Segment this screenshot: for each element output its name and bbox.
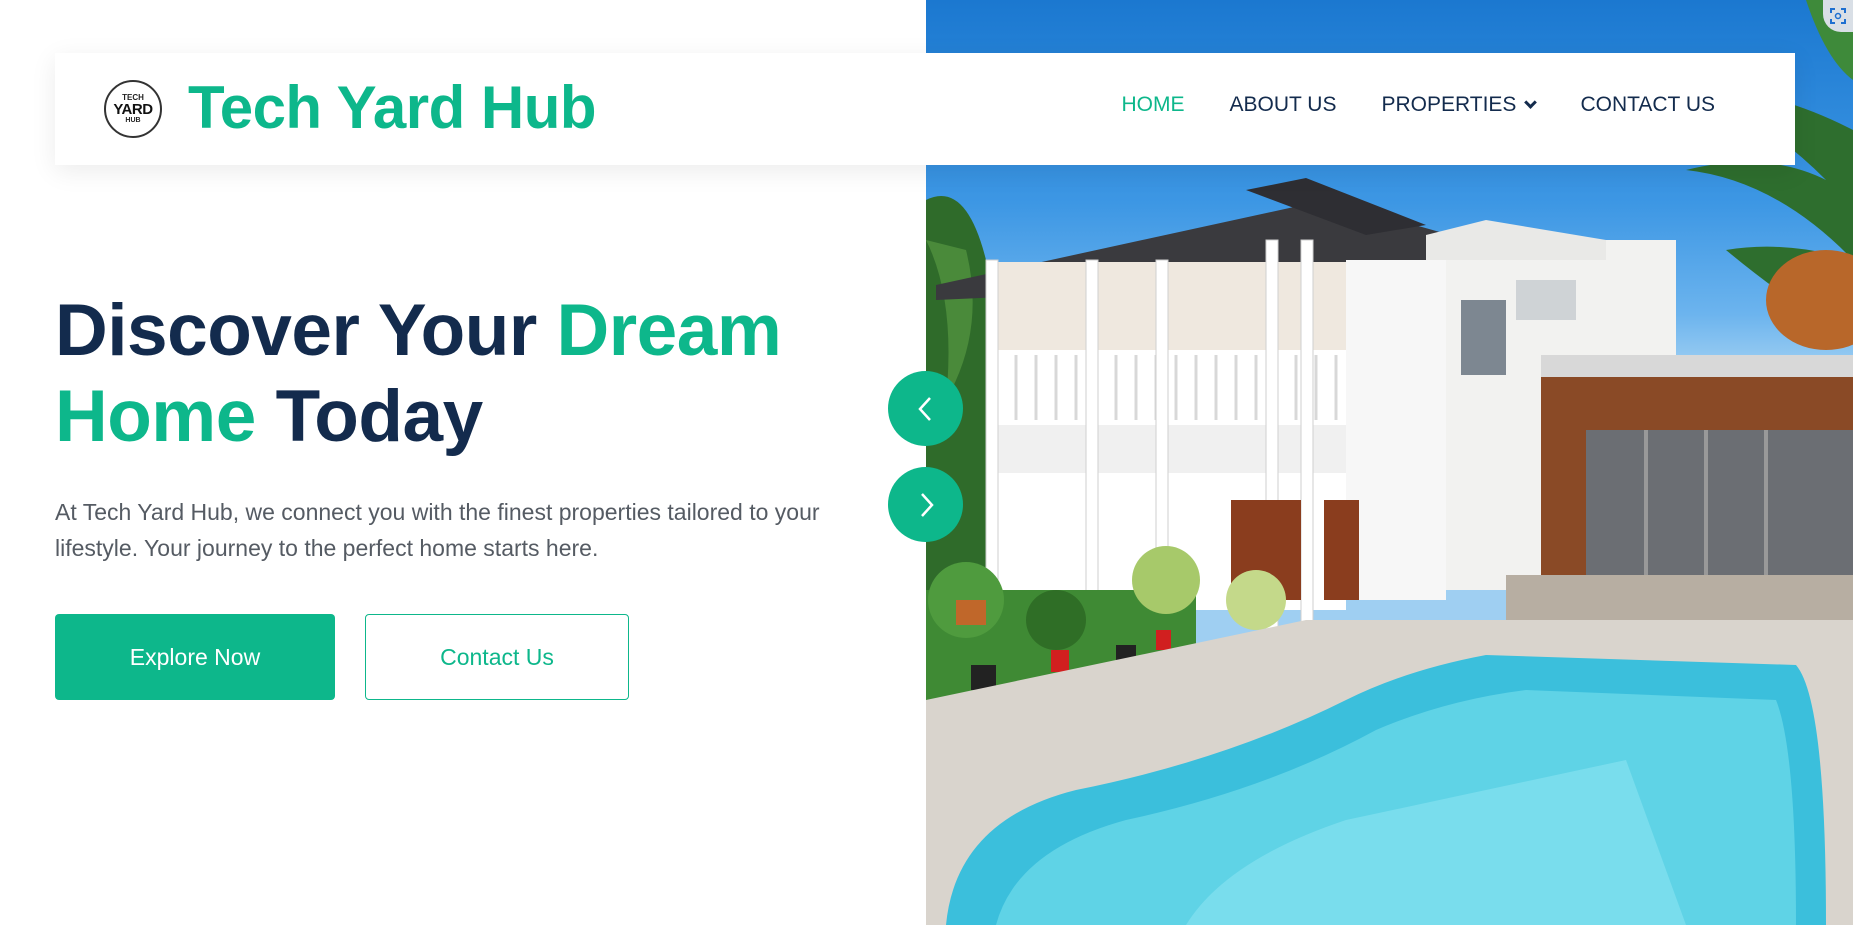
nav-about-us[interactable]: ABOUT US xyxy=(1229,93,1336,117)
chevron-right-icon xyxy=(920,492,934,517)
nav-contact-us[interactable]: CONTACT US xyxy=(1580,93,1715,117)
logo-icon[interactable]: TECH YARD HUB xyxy=(104,80,162,138)
main-nav: HOME ABOUT US PROPERTIES CONTACT US xyxy=(1121,93,1715,117)
nav-about-us-label: ABOUT US xyxy=(1229,93,1337,116)
hero-title-part1: Discover Your xyxy=(55,290,557,371)
nav-properties[interactable]: PROPERTIES xyxy=(1381,93,1538,117)
hero-title: Discover Your Dream Home Today xyxy=(55,288,885,460)
site-header: TECH YARD HUB Tech Yard Hub HOME ABOUT U… xyxy=(55,53,1795,165)
logo-text-middle: YARD xyxy=(113,101,153,118)
nav-home-label: HOME xyxy=(1121,93,1185,116)
brand-name[interactable]: Tech Yard Hub xyxy=(188,73,597,142)
chevron-left-icon xyxy=(917,396,931,421)
nav-contact-us-label: CONTACT US xyxy=(1580,93,1715,116)
explore-now-button[interactable]: Explore Now xyxy=(55,614,335,700)
logo-text-bottom: HUB xyxy=(125,117,141,124)
hero-title-accent-home: Home xyxy=(55,376,256,457)
hero-title-part2: Today xyxy=(255,376,484,457)
contact-us-button[interactable]: Contact Us xyxy=(365,614,629,700)
hero-title-accent-dream: Dream xyxy=(556,290,782,371)
hero-description: At Tech Yard Hub, we connect you with th… xyxy=(55,499,820,561)
slider-prev-button[interactable] xyxy=(888,371,963,446)
nav-properties-label: PROPERTIES xyxy=(1381,93,1517,116)
chevron-down-icon xyxy=(1524,96,1538,109)
slider-next-button[interactable] xyxy=(888,467,963,542)
nav-home[interactable]: HOME xyxy=(1121,93,1184,117)
